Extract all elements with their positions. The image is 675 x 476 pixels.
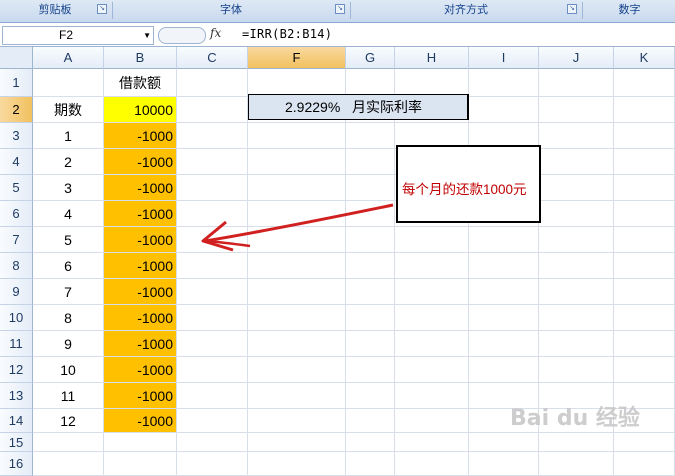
watermark-logo: Bai du 经验	[510, 400, 640, 432]
arrow-shaft-upper	[204, 203, 394, 243]
watermark-text: Bai du 经验	[510, 406, 640, 431]
